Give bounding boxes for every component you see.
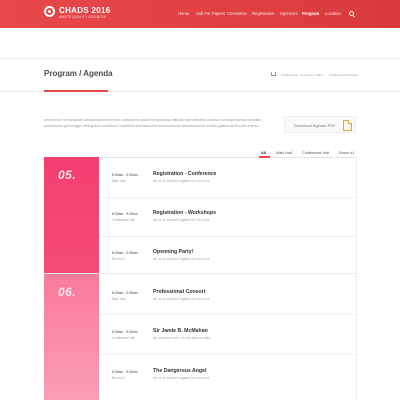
title-underline [44, 90, 108, 92]
breadcrumb-separator: / [278, 73, 279, 77]
session-title[interactable]: Registration - Conference [153, 171, 216, 177]
session-description: All of us should register for the conf. [153, 376, 211, 380]
page-title: Program / Agenda [44, 69, 113, 78]
session-title[interactable]: Registration - Workshops [153, 210, 216, 216]
intro-text: urncheriore consequatio caloqueraeteres … [44, 118, 261, 128]
breadcrumb-separator: / [325, 73, 326, 77]
row-divider [99, 197, 356, 198]
session-description: All awesome title for his famous talk [153, 336, 211, 340]
day-panel: 06. [44, 274, 99, 400]
nav-call-for-papers[interactable]: Call For Papers [196, 11, 225, 16]
session-room: Main Hall [112, 297, 126, 301]
brand-subtitle: WASTE QUALITY SCIENCES [59, 15, 107, 19]
session-time: 8:00am - 9:30am [112, 291, 138, 295]
row-divider [99, 236, 356, 237]
schedule-border [356, 157, 357, 400]
session-description: All of us should register for the conf. [153, 297, 211, 301]
breadcrumb-current: Conference/Schedule [329, 73, 358, 77]
session-room: Conference Hall [112, 218, 135, 222]
row-divider [99, 354, 356, 355]
active-tab-indicator [259, 156, 270, 158]
day-panel: 05. [44, 157, 99, 273]
filter-tab-main-hall[interactable]: Main Hall [276, 151, 292, 155]
session-room: Conference Hall [112, 336, 135, 340]
pdf-file-icon [343, 120, 352, 131]
day-number: 06. [58, 285, 77, 299]
session-time: 8:00am - 9:30am [112, 370, 138, 374]
breadcrumb-item[interactable]: Conference Tabs [300, 73, 323, 77]
session-room: Main Hall [112, 179, 126, 183]
filter-tab-all[interactable]: All [261, 151, 266, 155]
session-description: All of us should register for the conf. [153, 257, 211, 261]
session-description: All of us should register for the conf. [153, 179, 211, 183]
nav-registration[interactable]: Registration [252, 11, 274, 16]
filter-tab-conference-hall[interactable]: Conference Hall [302, 151, 329, 155]
filter-tab-room-1[interactable]: Room #1 [339, 151, 354, 155]
day-number: 05. [58, 168, 77, 182]
session-time: 8:00am - 9:30am [112, 330, 138, 334]
session-time: 8:00am - 9:30am [112, 251, 138, 255]
session-title[interactable]: Sir Jamie B. McMahan [153, 328, 208, 334]
download-agenda-button[interactable]: Download Agenda PDF [284, 116, 356, 133]
row-divider [99, 314, 356, 315]
search-icon[interactable] [349, 11, 354, 16]
logo-icon[interactable] [44, 6, 55, 17]
session-room: Room #1 [112, 257, 125, 261]
session-title[interactable]: Professional Consort [153, 289, 205, 295]
nav-committee[interactable]: Committee [227, 11, 247, 16]
download-agenda-label: Download Agenda PDF [294, 123, 336, 128]
brand-title[interactable]: CHADS 2016 [59, 6, 110, 15]
breadcrumb-separator: / [296, 73, 297, 77]
nav-location[interactable]: Location [325, 11, 341, 16]
session-title[interactable]: The Dangerous Angel [153, 368, 206, 374]
nav-sponsors[interactable]: Sponsors [280, 11, 298, 16]
session-room: Room #1 [112, 376, 125, 380]
session-time: 8:00am - 9:30am [112, 212, 138, 216]
session-title[interactable]: Openning Party! [153, 249, 193, 255]
nav-home[interactable]: Home [178, 11, 189, 16]
nav-program[interactable]: Program [302, 11, 319, 16]
session-description: All of us should register for the conf. [153, 218, 211, 222]
home-icon[interactable] [271, 72, 276, 76]
session-time: 8:00am - 9:30am [112, 173, 138, 177]
